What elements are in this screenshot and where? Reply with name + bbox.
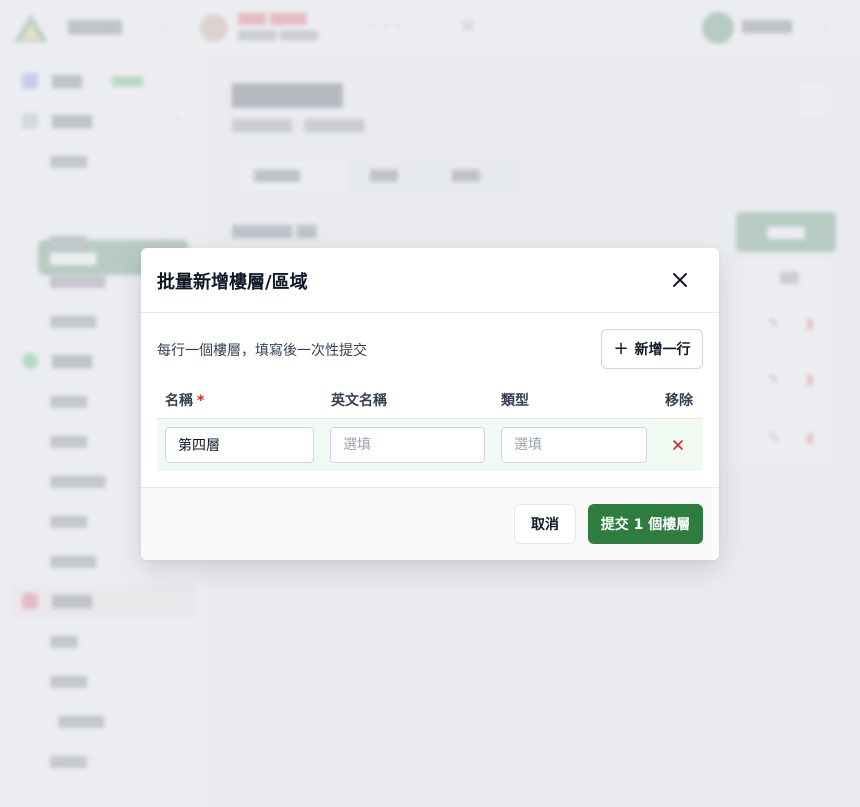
remove-row-icon [673,440,683,450]
add-row-label: 新增一行 [634,342,691,358]
remove-row-button[interactable] [667,434,689,456]
required-mark: * [197,393,205,409]
dialog-title: 批量新增樓層/區域 [157,272,308,293]
add-row-button[interactable]: + 新增一行 [601,329,703,369]
column-header-remove: 移除 [665,393,693,409]
dialog-header: 批量新增樓層/區域 [141,248,719,313]
column-header-english-name: 英文名稱 [331,393,387,409]
cancel-button[interactable]: 取消 [514,504,576,544]
close-button[interactable] [667,267,693,293]
column-header-name: 名稱 * [165,393,205,409]
plus-icon: + [613,338,629,359]
column-header-type: 類型 [501,393,529,409]
close-icon [673,273,687,287]
dialog-hint: 每行一個樓層，填寫後一次性提交 [157,343,367,359]
floor-name-input[interactable] [165,427,314,463]
type-input[interactable] [501,427,647,463]
english-name-input[interactable] [330,427,485,463]
batch-add-floor-dialog: 批量新增樓層/區域 每行一個樓層，填寫後一次性提交 + 新增一行 名稱 * 英文名… [141,248,719,560]
submit-button[interactable]: 提交 1 個樓層 [588,504,703,544]
